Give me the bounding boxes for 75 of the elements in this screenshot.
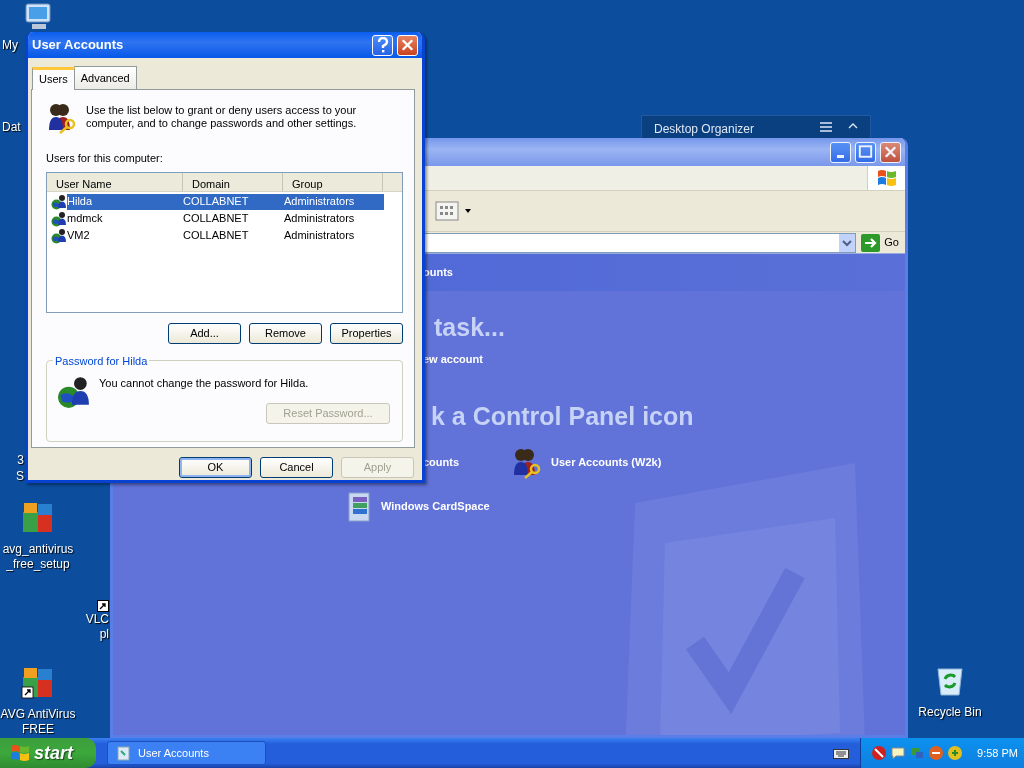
column-header[interactable]: Domain [183,173,283,191]
icon-label: Recycle Bin [918,705,982,720]
column-header[interactable]: Group [283,173,383,191]
minimize-icon [837,154,844,158]
icon-label: My [2,38,18,53]
table-cell-text: Administrators [284,194,355,210]
icon-label: avg_antivirus _free_setup [2,542,74,572]
list-row[interactable]: VM2 COLLABNET Administrators [51,227,402,244]
dropdown-button[interactable] [839,233,856,252]
tab[interactable]: Advanced [73,66,137,89]
menu-icon[interactable] [820,122,832,132]
views-button[interactable] [435,201,471,221]
chevron-down-icon [842,239,853,248]
avg-shortcut-icon [21,665,55,699]
icon-label: Dat [2,120,21,135]
user-icon [57,375,91,409]
table-cell-text: VM2 [67,228,91,244]
window-title: User Accounts [32,36,124,55]
arrow-right-icon [861,233,881,252]
maximize-button[interactable] [855,141,876,163]
card-icon [347,490,373,523]
table-cell-text: COLLABNET [183,211,250,227]
stop-icon[interactable] [928,745,944,761]
column-header[interactable]: User Name [47,173,183,191]
caret-icon [465,209,471,213]
header-title: ounts [423,265,453,281]
button: Apply [341,456,414,478]
icon-label[interactable]: counts [423,454,460,471]
table-cell-text: Hilda [67,194,94,210]
close-button[interactable] [397,34,418,56]
help-button[interactable] [372,34,393,56]
chat-icon[interactable] [890,745,906,761]
close-button[interactable] [880,141,901,163]
user-icon [51,227,67,244]
icon-label[interactable]: Windows CardSpace [381,498,490,515]
help-icon [376,37,389,53]
taskbar-button[interactable]: User Accounts [107,741,266,765]
button[interactable]: Add... [168,323,241,344]
table-cell-text: mdmck [67,211,104,227]
list-row[interactable]: mdmck COLLABNET Administrators [51,210,402,227]
table-cell-text: Administrators [284,211,355,227]
user-icon [51,193,67,210]
icon-label: 3 S [16,452,24,484]
tab[interactable]: Users [32,67,75,90]
organizer-title: Desktop Organizer [654,122,755,136]
windows-flag-icon [875,168,898,188]
intro-text: Use the list below to grant or deny users access to your computer, and to change passwords and other settings. [86,102,358,131]
icon-label: VLC pl [85,612,109,642]
table-cell-text: Administrators [284,228,355,244]
password-message: You cannot change the password for Hilda. [99,376,309,391]
button[interactable]: Properties [330,323,403,344]
window-icon [116,745,132,761]
button[interactable]: Cancel [260,456,333,478]
users-icon [46,101,78,134]
table-cell-text: COLLABNET [183,194,250,210]
clock: 9:58 PM [977,745,1018,761]
minimize-button[interactable] [830,141,851,163]
go-button[interactable]: Go [856,233,905,252]
windows-flag-icon [10,744,30,762]
chevron-up-icon[interactable] [848,122,858,130]
user-icon [51,210,67,227]
button: Reset Password... [266,403,390,424]
button[interactable]: OK [179,456,252,478]
recycle-bin-icon [934,665,966,697]
shortcut-arrow-icon [97,600,109,612]
section-heading: task... [434,313,506,341]
list-label: Users for this computer: [46,150,164,166]
table-cell-text: COLLABNET [183,228,250,244]
icon-label: AVG AntiVirus FREE [0,707,76,737]
icon-label[interactable]: User Accounts (W2k) [551,454,662,471]
button[interactable]: Remove [249,323,322,344]
keyboard-icon[interactable] [833,747,849,759]
views-icon [435,201,461,221]
avg-icon [21,500,55,534]
section-heading: k a Control Panel icon [431,401,695,430]
